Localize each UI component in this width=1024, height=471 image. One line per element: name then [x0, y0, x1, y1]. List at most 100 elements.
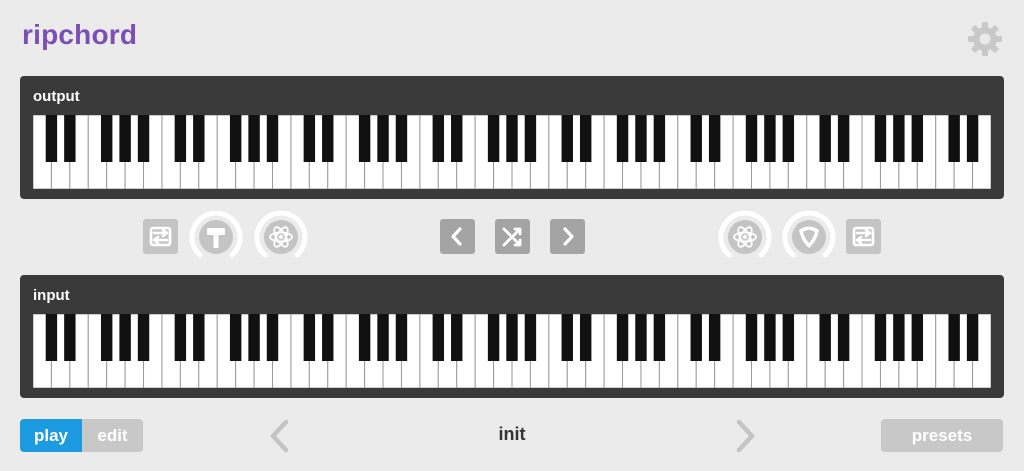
- black-key[interactable]: [874, 115, 887, 162]
- black-key[interactable]: [64, 115, 76, 162]
- transpose-right-button[interactable]: [846, 219, 881, 254]
- black-key[interactable]: [432, 314, 445, 361]
- black-key[interactable]: [893, 314, 905, 361]
- black-key[interactable]: [229, 115, 242, 162]
- black-key[interactable]: [653, 115, 666, 162]
- black-key[interactable]: [248, 314, 260, 361]
- black-key[interactable]: [635, 115, 647, 162]
- atom-knob-right[interactable]: [717, 209, 773, 265]
- black-key[interactable]: [395, 314, 408, 361]
- guitar-pick-knob[interactable]: [781, 209, 837, 265]
- atom-knob-left[interactable]: [253, 209, 309, 265]
- black-key[interactable]: [948, 314, 960, 361]
- black-key[interactable]: [819, 314, 831, 361]
- hammer-knob[interactable]: [188, 209, 244, 265]
- black-key[interactable]: [100, 314, 113, 361]
- edit-mode-button[interactable]: edit: [82, 419, 143, 452]
- black-key[interactable]: [266, 314, 279, 361]
- gear-icon[interactable]: [966, 20, 1004, 58]
- shuffle-button[interactable]: [495, 219, 530, 254]
- black-key[interactable]: [64, 314, 76, 361]
- black-key[interactable]: [653, 314, 666, 361]
- black-key[interactable]: [635, 314, 647, 361]
- black-key[interactable]: [487, 115, 500, 162]
- black-key[interactable]: [948, 115, 960, 162]
- input-panel: input: [20, 275, 1004, 398]
- input-keyboard[interactable]: [33, 314, 991, 388]
- black-key[interactable]: [616, 314, 629, 361]
- black-key[interactable]: [579, 115, 592, 162]
- black-key[interactable]: [303, 115, 316, 162]
- black-key[interactable]: [432, 115, 445, 162]
- chevron-right-icon: [563, 227, 574, 246]
- black-key[interactable]: [506, 314, 518, 361]
- black-key[interactable]: [395, 115, 408, 162]
- black-key[interactable]: [782, 314, 795, 361]
- black-key[interactable]: [911, 314, 924, 361]
- black-key[interactable]: [745, 314, 758, 361]
- swap-arrows-icon: [852, 226, 875, 247]
- black-key[interactable]: [745, 115, 758, 162]
- black-key[interactable]: [137, 314, 150, 361]
- black-key[interactable]: [893, 115, 905, 162]
- black-key[interactable]: [690, 115, 702, 162]
- black-key[interactable]: [119, 314, 131, 361]
- black-key[interactable]: [782, 115, 795, 162]
- black-key[interactable]: [837, 314, 850, 361]
- black-key[interactable]: [966, 115, 979, 162]
- black-key[interactable]: [837, 115, 850, 162]
- black-key[interactable]: [100, 115, 113, 162]
- black-key[interactable]: [616, 115, 629, 162]
- preset-name: init: [498, 424, 526, 444]
- black-key[interactable]: [451, 314, 463, 361]
- black-key[interactable]: [708, 115, 721, 162]
- input-label: input: [33, 287, 70, 304]
- black-key[interactable]: [561, 115, 573, 162]
- black-key[interactable]: [708, 314, 721, 361]
- black-key[interactable]: [561, 314, 573, 361]
- play-mode-button[interactable]: play: [20, 419, 82, 452]
- black-key[interactable]: [322, 115, 334, 162]
- output-label: output: [33, 88, 80, 105]
- black-key[interactable]: [266, 115, 279, 162]
- black-key[interactable]: [524, 314, 537, 361]
- black-key[interactable]: [874, 314, 887, 361]
- black-key[interactable]: [966, 314, 979, 361]
- black-key[interactable]: [174, 115, 187, 162]
- black-key[interactable]: [119, 115, 131, 162]
- black-key[interactable]: [45, 314, 58, 361]
- black-key[interactable]: [506, 115, 518, 162]
- black-key[interactable]: [137, 115, 150, 162]
- chevron-left-icon[interactable]: [266, 418, 292, 454]
- black-key[interactable]: [322, 314, 334, 361]
- prev-chord-button[interactable]: [440, 219, 475, 254]
- black-key[interactable]: [174, 314, 187, 361]
- output-keys: [33, 115, 991, 189]
- next-chord-button[interactable]: [550, 219, 585, 254]
- swap-arrows-icon: [149, 226, 172, 247]
- black-key[interactable]: [248, 115, 260, 162]
- black-key[interactable]: [690, 314, 702, 361]
- black-key[interactable]: [579, 314, 592, 361]
- shuffle-icon: [502, 227, 522, 247]
- black-key[interactable]: [358, 314, 371, 361]
- black-key[interactable]: [911, 115, 924, 162]
- black-key[interactable]: [229, 314, 242, 361]
- black-key[interactable]: [303, 314, 316, 361]
- chevron-right-icon[interactable]: [733, 418, 759, 454]
- black-key[interactable]: [358, 115, 371, 162]
- black-key[interactable]: [819, 115, 831, 162]
- black-key[interactable]: [377, 314, 389, 361]
- black-key[interactable]: [193, 115, 205, 162]
- presets-button[interactable]: presets: [881, 419, 1003, 452]
- black-key[interactable]: [764, 314, 776, 361]
- black-key[interactable]: [764, 115, 776, 162]
- black-key[interactable]: [524, 115, 537, 162]
- output-keyboard[interactable]: [33, 115, 991, 189]
- black-key[interactable]: [377, 115, 389, 162]
- black-key[interactable]: [451, 115, 463, 162]
- black-key[interactable]: [193, 314, 205, 361]
- black-key[interactable]: [45, 115, 58, 162]
- black-key[interactable]: [487, 314, 500, 361]
- transpose-left-button[interactable]: [143, 219, 178, 254]
